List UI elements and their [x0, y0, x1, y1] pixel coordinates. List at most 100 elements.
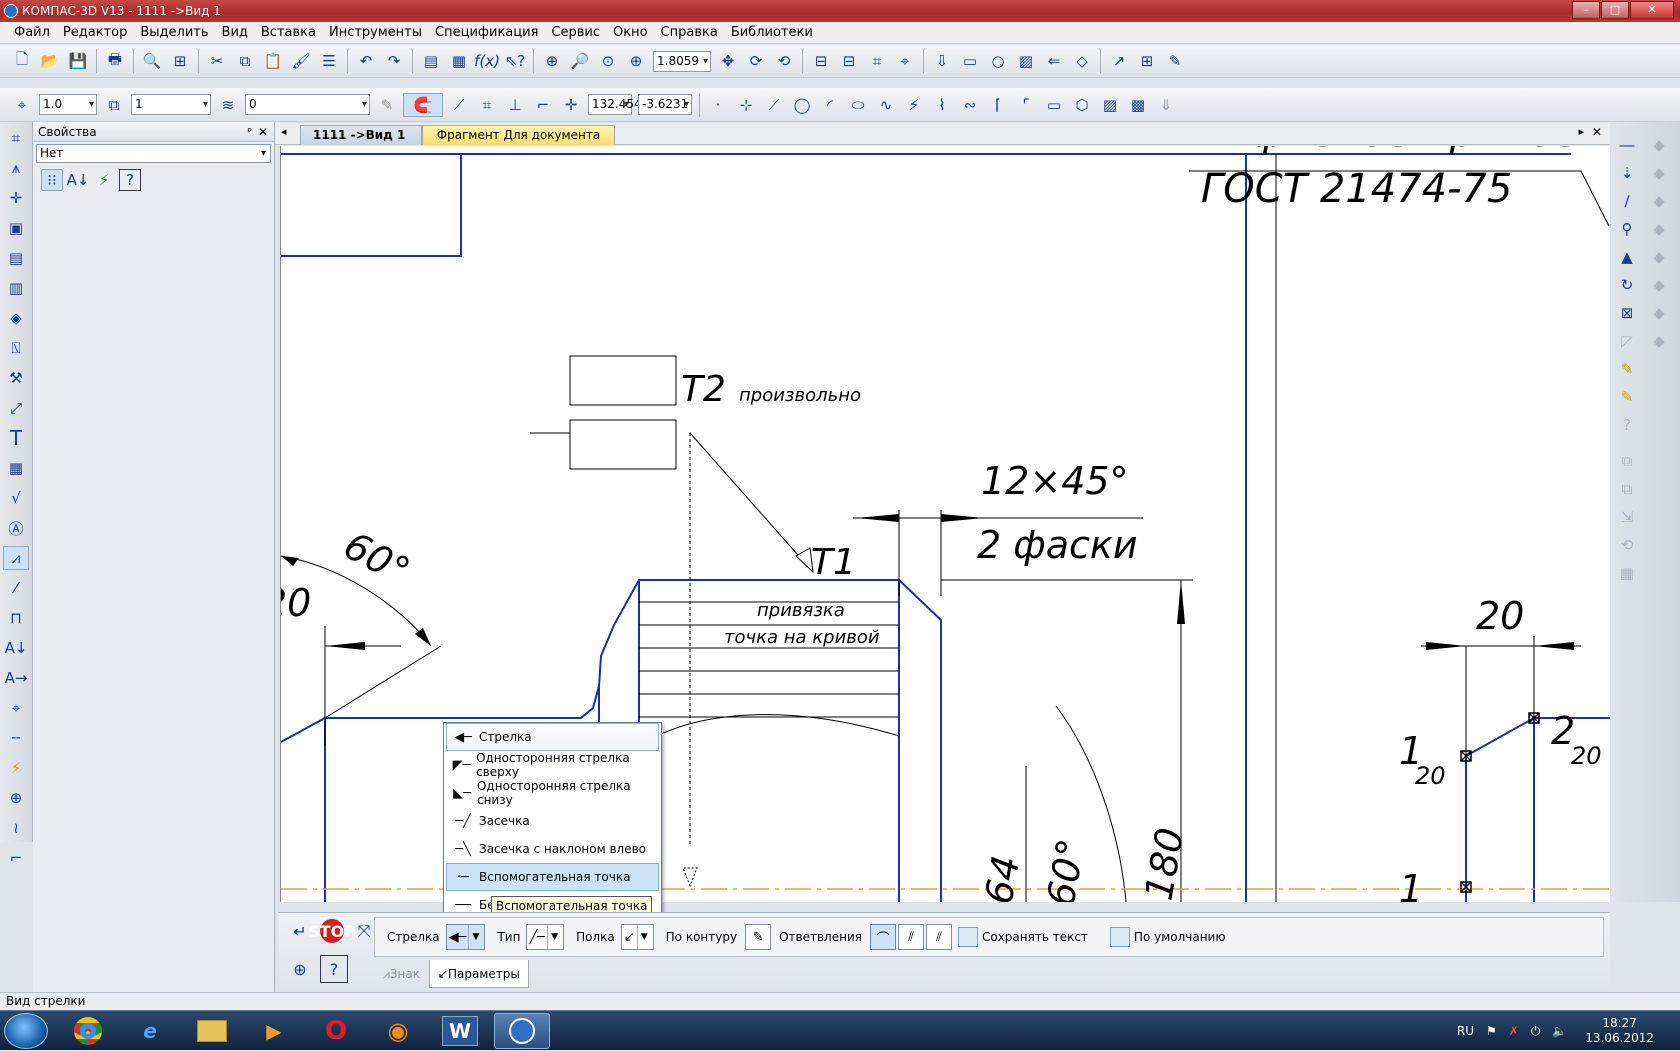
- fillet-icon[interactable]: ⌜: [1014, 93, 1038, 117]
- flag-icon[interactable]: ⚑: [1486, 1024, 1497, 1038]
- position-leader-icon[interactable]: ⁄: [3, 576, 29, 600]
- start-button[interactable]: [4, 1013, 48, 1049]
- library-icon[interactable]: ▦: [447, 49, 471, 73]
- circle-icon[interactable]: ◯: [790, 93, 814, 117]
- cut-line-icon[interactable]: A→: [3, 666, 29, 690]
- branch-mode-2-button[interactable]: ⫽: [897, 924, 924, 950]
- variables-icon[interactable]: f(x): [474, 49, 500, 73]
- style-icon[interactable]: ≋: [216, 93, 240, 117]
- menu-view[interactable]: Вид: [222, 25, 248, 40]
- shelf-select[interactable]: ↙ ▼: [620, 924, 654, 950]
- base-icon[interactable]: Ⓐ: [3, 516, 29, 540]
- notation-icon[interactable]: ⍂: [3, 336, 29, 360]
- roughness-icon[interactable]: √: [3, 486, 29, 510]
- marker-icon[interactable]: ✎: [1615, 358, 1639, 380]
- coord-x-field[interactable]: 132.454: [588, 94, 642, 115]
- open-icon[interactable]: 📂: [38, 49, 62, 73]
- copy-icon[interactable]: ⧉: [233, 49, 257, 73]
- properties-combo[interactable]: Нет: [36, 144, 271, 163]
- print-icon[interactable]: 🖶: [103, 49, 127, 73]
- dropdown-item-half-arrow-top[interactable]: ◤─ Односторонняя стрелка сверху: [446, 751, 659, 779]
- grid-icon[interactable]: ⌗: [475, 93, 499, 117]
- spec-icon[interactable]: ◈: [3, 306, 29, 330]
- power-icon[interactable]: ⏻: [1531, 1024, 1541, 1039]
- ortho-mode-icon[interactable]: ⌐: [531, 93, 555, 117]
- cursor-step-icon[interactable]: ⌖: [10, 93, 34, 117]
- dropdown-item-aux-point[interactable]: ·─ Вспомогательная точка: [446, 863, 659, 891]
- select-icon[interactable]: ▥: [3, 276, 29, 300]
- refresh-icon[interactable]: ⟳: [744, 49, 768, 73]
- format-painter-icon[interactable]: 🖌: [289, 49, 313, 73]
- wave-line-icon[interactable]: ≀: [3, 816, 29, 840]
- snap-magnet-icon[interactable]: 🧲: [403, 92, 443, 117]
- branch-mode-3-button[interactable]: ⫽: [925, 924, 952, 950]
- move-icon[interactable]: ⇲: [1615, 506, 1639, 528]
- paste-icon[interactable]: 📋: [261, 49, 285, 73]
- pan-icon[interactable]: ✥: [716, 49, 740, 73]
- lasso-icon[interactable]: ⚲: [1615, 218, 1639, 240]
- grid-view-icon[interactable]: ⊞: [1135, 49, 1159, 73]
- apply-icon[interactable]: ⚡: [93, 169, 115, 191]
- panel-help-icon[interactable]: ?: [320, 955, 348, 983]
- fill-icon[interactable]: ▩: [1126, 93, 1150, 117]
- macro-line-icon[interactable]: ―: [1615, 134, 1639, 156]
- rotate-icon[interactable]: ⟲: [1615, 534, 1639, 556]
- dropdown-item-arrow[interactable]: ◀─ Стрелка: [446, 723, 659, 751]
- bolt-icon[interactable]: ⚡: [3, 756, 29, 780]
- axis-icon[interactable]: ╌: [3, 726, 29, 750]
- polygon-icon[interactable]: ⬡: [1070, 93, 1094, 117]
- redo-icon[interactable]: ↷: [382, 49, 406, 73]
- hammer-icon[interactable]: ⚒: [3, 366, 29, 390]
- marker-2-icon[interactable]: ✎: [1615, 386, 1639, 408]
- tolerance-icon[interactable]: ⌖: [3, 696, 29, 720]
- solid-4-icon[interactable]: ◆: [1647, 218, 1671, 240]
- tab-scroll-right-icon[interactable]: ▸: [1578, 125, 1584, 138]
- add-branch-icon[interactable]: ⊕: [286, 955, 314, 983]
- word-taskbar-icon[interactable]: W: [432, 1013, 488, 1049]
- contour-button[interactable]: ✎: [745, 924, 772, 950]
- brand-icon[interactable]: ⊓: [3, 606, 29, 630]
- dropdown-item-tick-left[interactable]: ─╲ Засечка с наклоном влево: [446, 835, 659, 863]
- text-icon[interactable]: T: [3, 426, 29, 450]
- sort-icon[interactable]: A↓: [67, 169, 90, 191]
- copy-disabled-icon[interactable]: ⧉: [1615, 450, 1639, 472]
- tab-parameters[interactable]: ↙ Параметры: [428, 960, 529, 988]
- help-disabled-icon[interactable]: ?: [1615, 414, 1639, 436]
- new-document-icon[interactable]: 🗋: [10, 49, 34, 73]
- language-indicator[interactable]: RU: [1457, 1024, 1474, 1038]
- media-player-taskbar-icon[interactable]: ▶: [246, 1013, 302, 1049]
- parametrization-icon[interactable]: ▣: [3, 216, 29, 240]
- tab-close-button[interactable]: ✕: [1592, 125, 1602, 139]
- local-cs-icon[interactable]: ⊥: [503, 93, 527, 117]
- ellipse-icon[interactable]: ⬭: [846, 93, 870, 117]
- spline-icon[interactable]: ∿: [874, 93, 898, 117]
- help-pointer-icon[interactable]: ⇖?: [503, 49, 527, 73]
- dropdown-item-half-arrow-bottom[interactable]: ◣─ Односторонняя стрелка снизу: [446, 779, 659, 807]
- default-checkbox[interactable]: [1109, 927, 1130, 947]
- explorer-taskbar-icon[interactable]: [184, 1013, 240, 1049]
- tab-fragment[interactable]: Фрагмент Для документа: [422, 125, 615, 145]
- cut-icon[interactable]: ✂: [205, 49, 229, 73]
- break-line-icon[interactable]: ⌐: [3, 846, 29, 870]
- arrow-tool-icon[interactable]: ⇐: [1042, 49, 1066, 73]
- layer-combo[interactable]: 1: [131, 94, 211, 115]
- pin-icon[interactable]: ᵖ: [247, 122, 252, 142]
- solid-7-icon[interactable]: ◆: [1647, 302, 1671, 324]
- maximize-button[interactable]: □: [1601, 1, 1629, 19]
- center-mark-icon[interactable]: ⊕: [3, 786, 29, 810]
- menu-window[interactable]: Окно: [613, 25, 648, 40]
- tab-scroll-left-icon[interactable]: ◂: [281, 125, 287, 138]
- firefox-taskbar-icon[interactable]: ◉: [370, 1013, 426, 1049]
- vertical-arrow-icon[interactable]: ⇣: [1615, 162, 1639, 184]
- arc-icon[interactable]: ◜: [818, 93, 842, 117]
- export-icon[interactable]: ↗: [1107, 49, 1131, 73]
- network-icon[interactable]: ✗: [1509, 1024, 1519, 1038]
- dimension-tool-icon-2[interactable]: ⊟: [837, 49, 861, 73]
- close-button[interactable]: ✕: [1630, 1, 1674, 19]
- zoom-combo[interactable]: 1.8059: [653, 50, 711, 72]
- view-arrow-icon[interactable]: A↓: [3, 636, 29, 660]
- opera-taskbar-icon[interactable]: O: [308, 1013, 364, 1049]
- layer-icon[interactable]: ⧉: [102, 93, 126, 117]
- grid-points-icon[interactable]: ⁝⁝: [41, 169, 63, 191]
- solid-5-icon[interactable]: ◆: [1647, 246, 1671, 268]
